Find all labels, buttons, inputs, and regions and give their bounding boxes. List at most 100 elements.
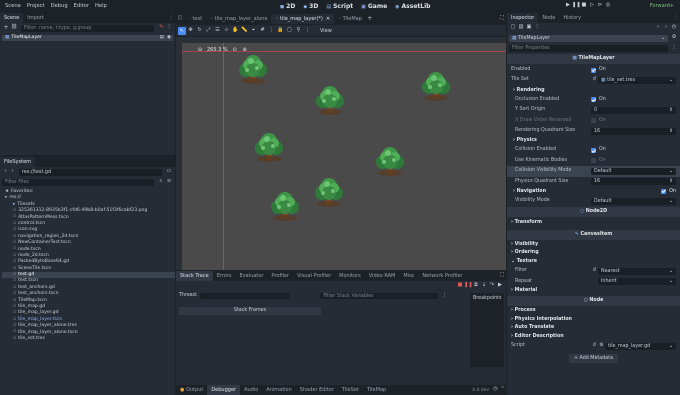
forward-icon[interactable]: › xyxy=(9,169,16,174)
visibility-mode-dropdown[interactable]: Default ⌄ xyxy=(591,197,676,205)
workspace-3d[interactable]: ◆ 3D xyxy=(299,3,322,10)
script-resource[interactable]: tile_map_layer.gd ⌄ xyxy=(605,343,676,351)
viewport-2d[interactable]: ⊖ 265.3 % ⊙ ⊕ xyxy=(176,37,506,270)
property-checkbox[interactable] xyxy=(591,158,596,164)
tab-scene-test[interactable]: ◦ test xyxy=(184,14,206,24)
property-number-input[interactable]: 16 ⇕ xyxy=(591,127,676,135)
add-node-icon[interactable]: + xyxy=(2,25,10,31)
rotate-tool-icon[interactable]: ↻ xyxy=(195,27,204,33)
tree-tile[interactable] xyxy=(316,86,344,115)
renderer-selector[interactable]: Forward+ xyxy=(650,0,674,12)
workspace-2d[interactable]: ◼ 2D xyxy=(276,3,299,10)
property-checkbox[interactable] xyxy=(591,118,596,124)
section-transform[interactable]: › Transform xyxy=(507,218,680,228)
tab-monitors[interactable]: Monitors xyxy=(335,271,365,281)
extra-options-icon[interactable]: ⋮ xyxy=(533,25,541,30)
section-material[interactable]: › Material xyxy=(507,287,680,296)
reset-icon[interactable]: ↺ xyxy=(591,77,598,83)
scene-filter-input[interactable]: Filter: name, t:type, g:group xyxy=(21,24,154,32)
workspace-script[interactable]: ▤ Script xyxy=(322,3,357,10)
panel-tab-debugger[interactable]: Debugger xyxy=(207,385,241,395)
texture-filter-dropdown[interactable]: Nearest ⌄ xyxy=(598,267,676,275)
enabled-checkbox[interactable] xyxy=(591,67,596,73)
step-into-icon[interactable]: ↓ xyxy=(480,283,488,288)
history-icon[interactable]: ◷ xyxy=(492,387,499,392)
section-physics-interpolation[interactable]: › Physics Interpolation xyxy=(507,316,680,325)
reset-icon[interactable]: ↺ xyxy=(591,343,598,349)
link-icon[interactable]: ⛓ xyxy=(10,25,18,30)
save-resource-icon[interactable]: ▣ xyxy=(525,25,533,30)
tab-filesystem[interactable]: FileSystem xyxy=(0,157,36,167)
workspace-assetlib[interactable]: ◉ AssetLib xyxy=(391,3,434,10)
visibility-eye-icon[interactable]: ◉ xyxy=(167,35,171,41)
play-custom-icon[interactable]: ⊳ xyxy=(596,3,604,8)
tree-tile[interactable] xyxy=(315,178,343,207)
panel-tab-tilemap[interactable]: TileMap xyxy=(363,385,390,395)
menu-help[interactable]: Help xyxy=(92,3,110,9)
tree-menu-icon[interactable]: ⋮ xyxy=(165,25,173,30)
menu-scene[interactable]: Scene xyxy=(2,3,24,9)
property-number-input[interactable]: 0 ⇕ xyxy=(591,106,676,114)
step-over-icon[interactable]: ↷ xyxy=(488,283,496,288)
snap-options-icon[interactable]: ⋮ xyxy=(267,27,276,33)
tab-errors[interactable]: Errors xyxy=(213,271,236,281)
property-filter-input[interactable]: Filter Properties xyxy=(509,44,668,52)
filesystem-path-input[interactable]: res://test.gd xyxy=(19,168,162,176)
texture-repeat-dropdown[interactable]: Inherit ⌄ xyxy=(598,278,676,286)
panel-tab-audio[interactable]: Audio xyxy=(240,385,262,395)
section-ordering[interactable]: › Ordering xyxy=(507,249,680,258)
tree-tile[interactable] xyxy=(239,55,267,84)
section-visibility[interactable]: › Visibility xyxy=(507,241,680,250)
tab-network-profiler[interactable]: Network Profiler xyxy=(418,271,466,281)
section-process[interactable]: › Process xyxy=(507,307,680,316)
search-icon[interactable]: ⌕ xyxy=(157,179,165,184)
copy-error-icon[interactable]: ⧉ xyxy=(472,283,480,288)
tab-evaluator[interactable]: Evaluator xyxy=(236,271,268,281)
group-physics[interactable]: › Physics xyxy=(507,136,680,145)
tab-stack-trace[interactable]: Stack Trace xyxy=(176,271,213,281)
scene-list-icon[interactable]: ◫ xyxy=(176,15,184,21)
add-tab-icon[interactable]: + xyxy=(366,15,374,22)
group-icon[interactable]: ▢ xyxy=(285,27,294,33)
tree-tile[interactable] xyxy=(255,133,283,162)
pivot-icon[interactable]: ⊹ xyxy=(222,27,231,33)
tab-import[interactable]: Import xyxy=(23,13,48,23)
panel-tab-shader-editor[interactable]: Shader Editor xyxy=(296,385,338,395)
pan-tool-icon[interactable]: ✋ xyxy=(231,27,240,33)
object-selector[interactable]: ▦ TileMapLayer ⌄ xyxy=(509,34,668,42)
property-checkbox[interactable] xyxy=(591,97,596,103)
sort-icon[interactable]: ≡ xyxy=(165,179,173,184)
tab-node[interactable]: Node xyxy=(538,13,559,23)
object-menu-icon[interactable]: ⚙ xyxy=(670,35,678,40)
filesystem-filter-input[interactable]: Filter Files xyxy=(2,178,154,186)
movie-icon[interactable]: ◎ xyxy=(604,3,612,8)
variables-menu-icon[interactable]: ⋮ xyxy=(440,292,448,298)
menu-editor[interactable]: Editor xyxy=(71,3,92,9)
spinner-arrows-icon[interactable]: ⇕ xyxy=(669,107,673,114)
list-select-icon[interactable]: ☰ xyxy=(213,27,222,33)
expand-panel-icon[interactable]: ⌃ xyxy=(499,387,506,392)
menu-dots-icon[interactable]: ⋮ xyxy=(672,15,680,20)
group-navigation[interactable]: › Navigation On xyxy=(507,187,680,196)
section-editor-description[interactable]: › Editor Description xyxy=(507,333,680,342)
tab-scene[interactable]: Scene xyxy=(0,13,24,23)
filter-script-icon[interactable]: ✎ xyxy=(157,25,165,30)
open-resource-icon[interactable]: ▤ xyxy=(517,25,525,30)
menu-debug[interactable]: Debug xyxy=(48,3,71,9)
view-menu[interactable]: View xyxy=(320,28,332,34)
tree-tile[interactable] xyxy=(271,192,299,221)
continue-icon[interactable]: ▶ xyxy=(496,283,504,288)
group-rendering[interactable]: › Rendering xyxy=(507,86,680,95)
ruler-icon[interactable]: 📏 xyxy=(240,27,249,33)
tab-scene-tilemap[interactable]: ◦ TileMap xyxy=(334,14,366,24)
tile-set-resource[interactable]: ▦ tile_set.tres ⌄ xyxy=(598,77,676,85)
thread-select[interactable] xyxy=(200,292,291,299)
tab-inspector[interactable]: Inspector xyxy=(507,13,539,23)
panel-tab-animation[interactable]: Animation xyxy=(262,385,296,395)
script-attached-icon[interactable]: ▤ xyxy=(160,35,164,41)
tab-misc[interactable]: Misc xyxy=(399,271,418,281)
smart-snap-icon[interactable]: ⌖ xyxy=(249,27,258,33)
close-icon[interactable]: ✕ xyxy=(326,16,330,22)
navigation-enabled-checkbox[interactable] xyxy=(661,188,667,194)
scene-tree-root[interactable]: ▦ TileMapLayer ▤ ◉ xyxy=(2,35,173,42)
